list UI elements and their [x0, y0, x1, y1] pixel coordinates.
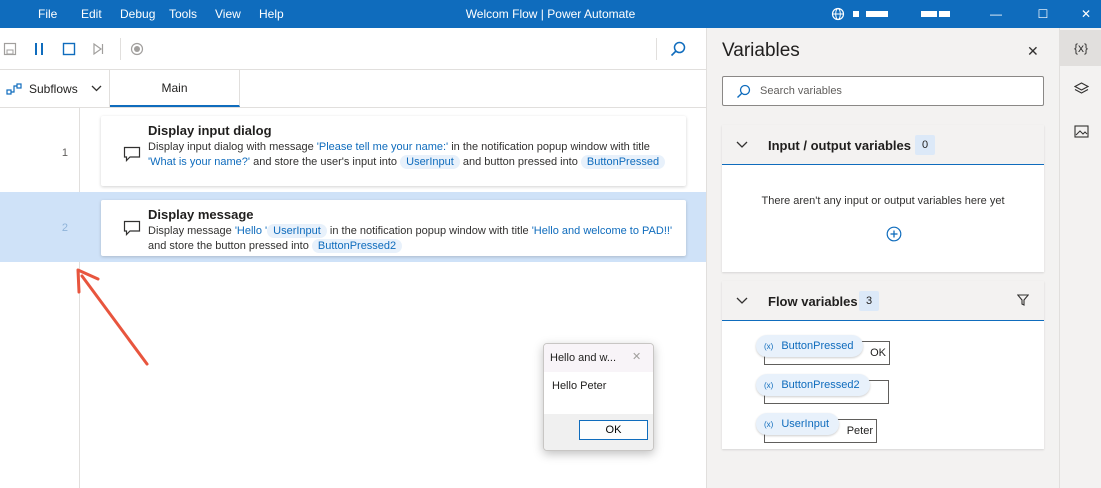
count-badge: 3 [859, 291, 879, 311]
tabs-row: Subflows Main [0, 70, 706, 108]
action-title: Display message [148, 207, 254, 222]
variables-pane-title: Variables [722, 40, 800, 61]
action-card[interactable]: Display message Display message 'Hello '… [101, 200, 686, 256]
desc-text: and button pressed into [459, 155, 581, 168]
variables-rail-button[interactable]: {x} [1060, 30, 1101, 66]
variable-item[interactable]: Peter (x) UserInput [756, 413, 878, 443]
redacted-block [921, 11, 937, 17]
desc-literal: 'Hello ' [234, 225, 268, 237]
step-number: 2 [61, 222, 68, 234]
variable-token[interactable]: ButtonPressed2 [311, 238, 403, 253]
section-header[interactable]: Input / output variables 0 [722, 125, 1044, 165]
subflows-dropdown[interactable]: Subflows [0, 70, 110, 107]
action-description: Display message 'Hello ' UserInput in the… [148, 224, 673, 253]
desc-text: in the notification popup window with ti… [448, 141, 650, 153]
dialog-title: Hello and w... [550, 352, 617, 364]
dialog-footer: OK [544, 414, 653, 450]
toolbar-divider [656, 38, 657, 60]
variable-name: UserInput [781, 418, 830, 430]
section-header[interactable]: Flow variables 3 [722, 281, 1044, 321]
maximize-button[interactable]: ☐ [1033, 4, 1053, 24]
desc-text: and store the button pressed into [148, 239, 312, 252]
variable-icon: (x) [764, 419, 774, 429]
search-placeholder: Search variables [760, 85, 842, 97]
chevron-down-icon[interactable] [736, 138, 748, 152]
step-number: 1 [61, 147, 68, 159]
ok-button[interactable]: OK [579, 420, 648, 440]
next-step-icon[interactable] [86, 37, 110, 61]
search-icon [736, 84, 751, 102]
redacted-block [866, 11, 888, 17]
redacted-block [853, 11, 859, 17]
desc-text: Display input dialog with message [148, 141, 317, 153]
variable-item[interactable]: OK (x) ButtonPressed [756, 335, 890, 365]
action-card[interactable]: Display input dialog Display input dialo… [101, 116, 686, 186]
desc-text: in the notification popup window with ti… [326, 225, 532, 237]
subflows-label: Subflows [29, 81, 78, 96]
images-icon[interactable] [1060, 113, 1101, 149]
variable-name-pill[interactable]: (x) ButtonPressed [756, 335, 864, 357]
dialog-titlebar: Hello and w... ✕ [544, 344, 653, 372]
annotation-arrow [76, 268, 149, 366]
variable-token[interactable]: ButtonPressed [580, 154, 666, 169]
toolbar-divider [120, 38, 121, 60]
environment-globe-icon[interactable] [828, 4, 848, 24]
variable-name-pill[interactable]: (x) UserInput [756, 413, 840, 435]
flow-step-selected[interactable]: 2 Display message Display message 'Hello… [0, 192, 706, 262]
variable-icon: (x) [764, 380, 774, 390]
chevron-down-icon [91, 85, 102, 92]
action-description: Display input dialog with message 'Pleas… [148, 140, 673, 169]
redacted-block [939, 11, 950, 17]
input-output-variables-section: Input / output variables 0 There aren't … [722, 125, 1044, 272]
empty-state-text: There aren't any input or output variabl… [761, 195, 1005, 207]
filter-icon[interactable] [1016, 294, 1030, 309]
record-icon[interactable] [125, 37, 149, 61]
dialog-message: Hello Peter [552, 380, 607, 392]
message-dialog: Hello and w... ✕ Hello Peter OK [543, 343, 654, 451]
desc-literal: 'Hello and welcome to PAD!!' [531, 225, 673, 237]
dialog-close-button[interactable]: ✕ [632, 350, 641, 363]
message-icon [123, 220, 141, 239]
variable-token[interactable]: UserInput [400, 154, 460, 169]
variable-item[interactable]: (x) ButtonPressed2 [756, 374, 890, 404]
search-icon[interactable] [666, 37, 690, 61]
search-variables-input[interactable]: Search variables [722, 76, 1044, 106]
variable-icon: (x) [764, 341, 774, 351]
side-rail: {x} [1059, 28, 1101, 488]
variables-pane-close-button[interactable]: ✕ [1027, 43, 1039, 60]
designer-toolbar [0, 28, 706, 70]
subflows-icon [6, 82, 22, 95]
desc-literal: 'What is your name?' [148, 155, 251, 168]
close-window-button[interactable]: ✕ [1076, 4, 1096, 24]
pause-icon[interactable] [27, 37, 51, 61]
tab-main-label: Main [161, 80, 188, 95]
flow-step[interactable]: 1 Display input dialog Display input dia… [0, 108, 706, 192]
variables-pane: Variables ✕ Search variables Input / out… [706, 28, 1059, 488]
desc-literal: 'Please tell me your name:' [316, 141, 449, 153]
desc-text: Display message [148, 225, 235, 237]
variable-name: ButtonPressed [781, 340, 854, 352]
action-title: Display input dialog [148, 123, 272, 138]
flow-variables-section: Flow variables 3 OK (x) ButtonPressed (x)… [722, 281, 1044, 449]
add-variable-icon[interactable] [886, 226, 902, 245]
layers-icon[interactable] [1060, 71, 1101, 107]
variable-name: ButtonPressed2 [781, 379, 860, 391]
save-icon[interactable] [0, 37, 22, 61]
tab-main[interactable]: Main [110, 70, 240, 107]
chevron-down-icon[interactable] [736, 294, 748, 308]
count-badge: 0 [915, 135, 935, 155]
variable-token[interactable]: UserInput [267, 224, 327, 238]
message-icon [123, 146, 141, 165]
section-title: Input / output variables [768, 138, 912, 153]
variable-name-pill[interactable]: (x) ButtonPressed2 [756, 374, 870, 396]
annotation-arrow-shaft [80, 274, 149, 366]
section-title: Flow variables [768, 294, 858, 309]
desc-text: and store the user's input into [250, 155, 401, 168]
minimize-button[interactable]: — [986, 4, 1006, 24]
stop-icon[interactable] [57, 37, 81, 61]
title-bar: File Edit Debug Tools View Help Welcom F… [0, 0, 1101, 28]
annotation-arrow-head [76, 268, 100, 294]
